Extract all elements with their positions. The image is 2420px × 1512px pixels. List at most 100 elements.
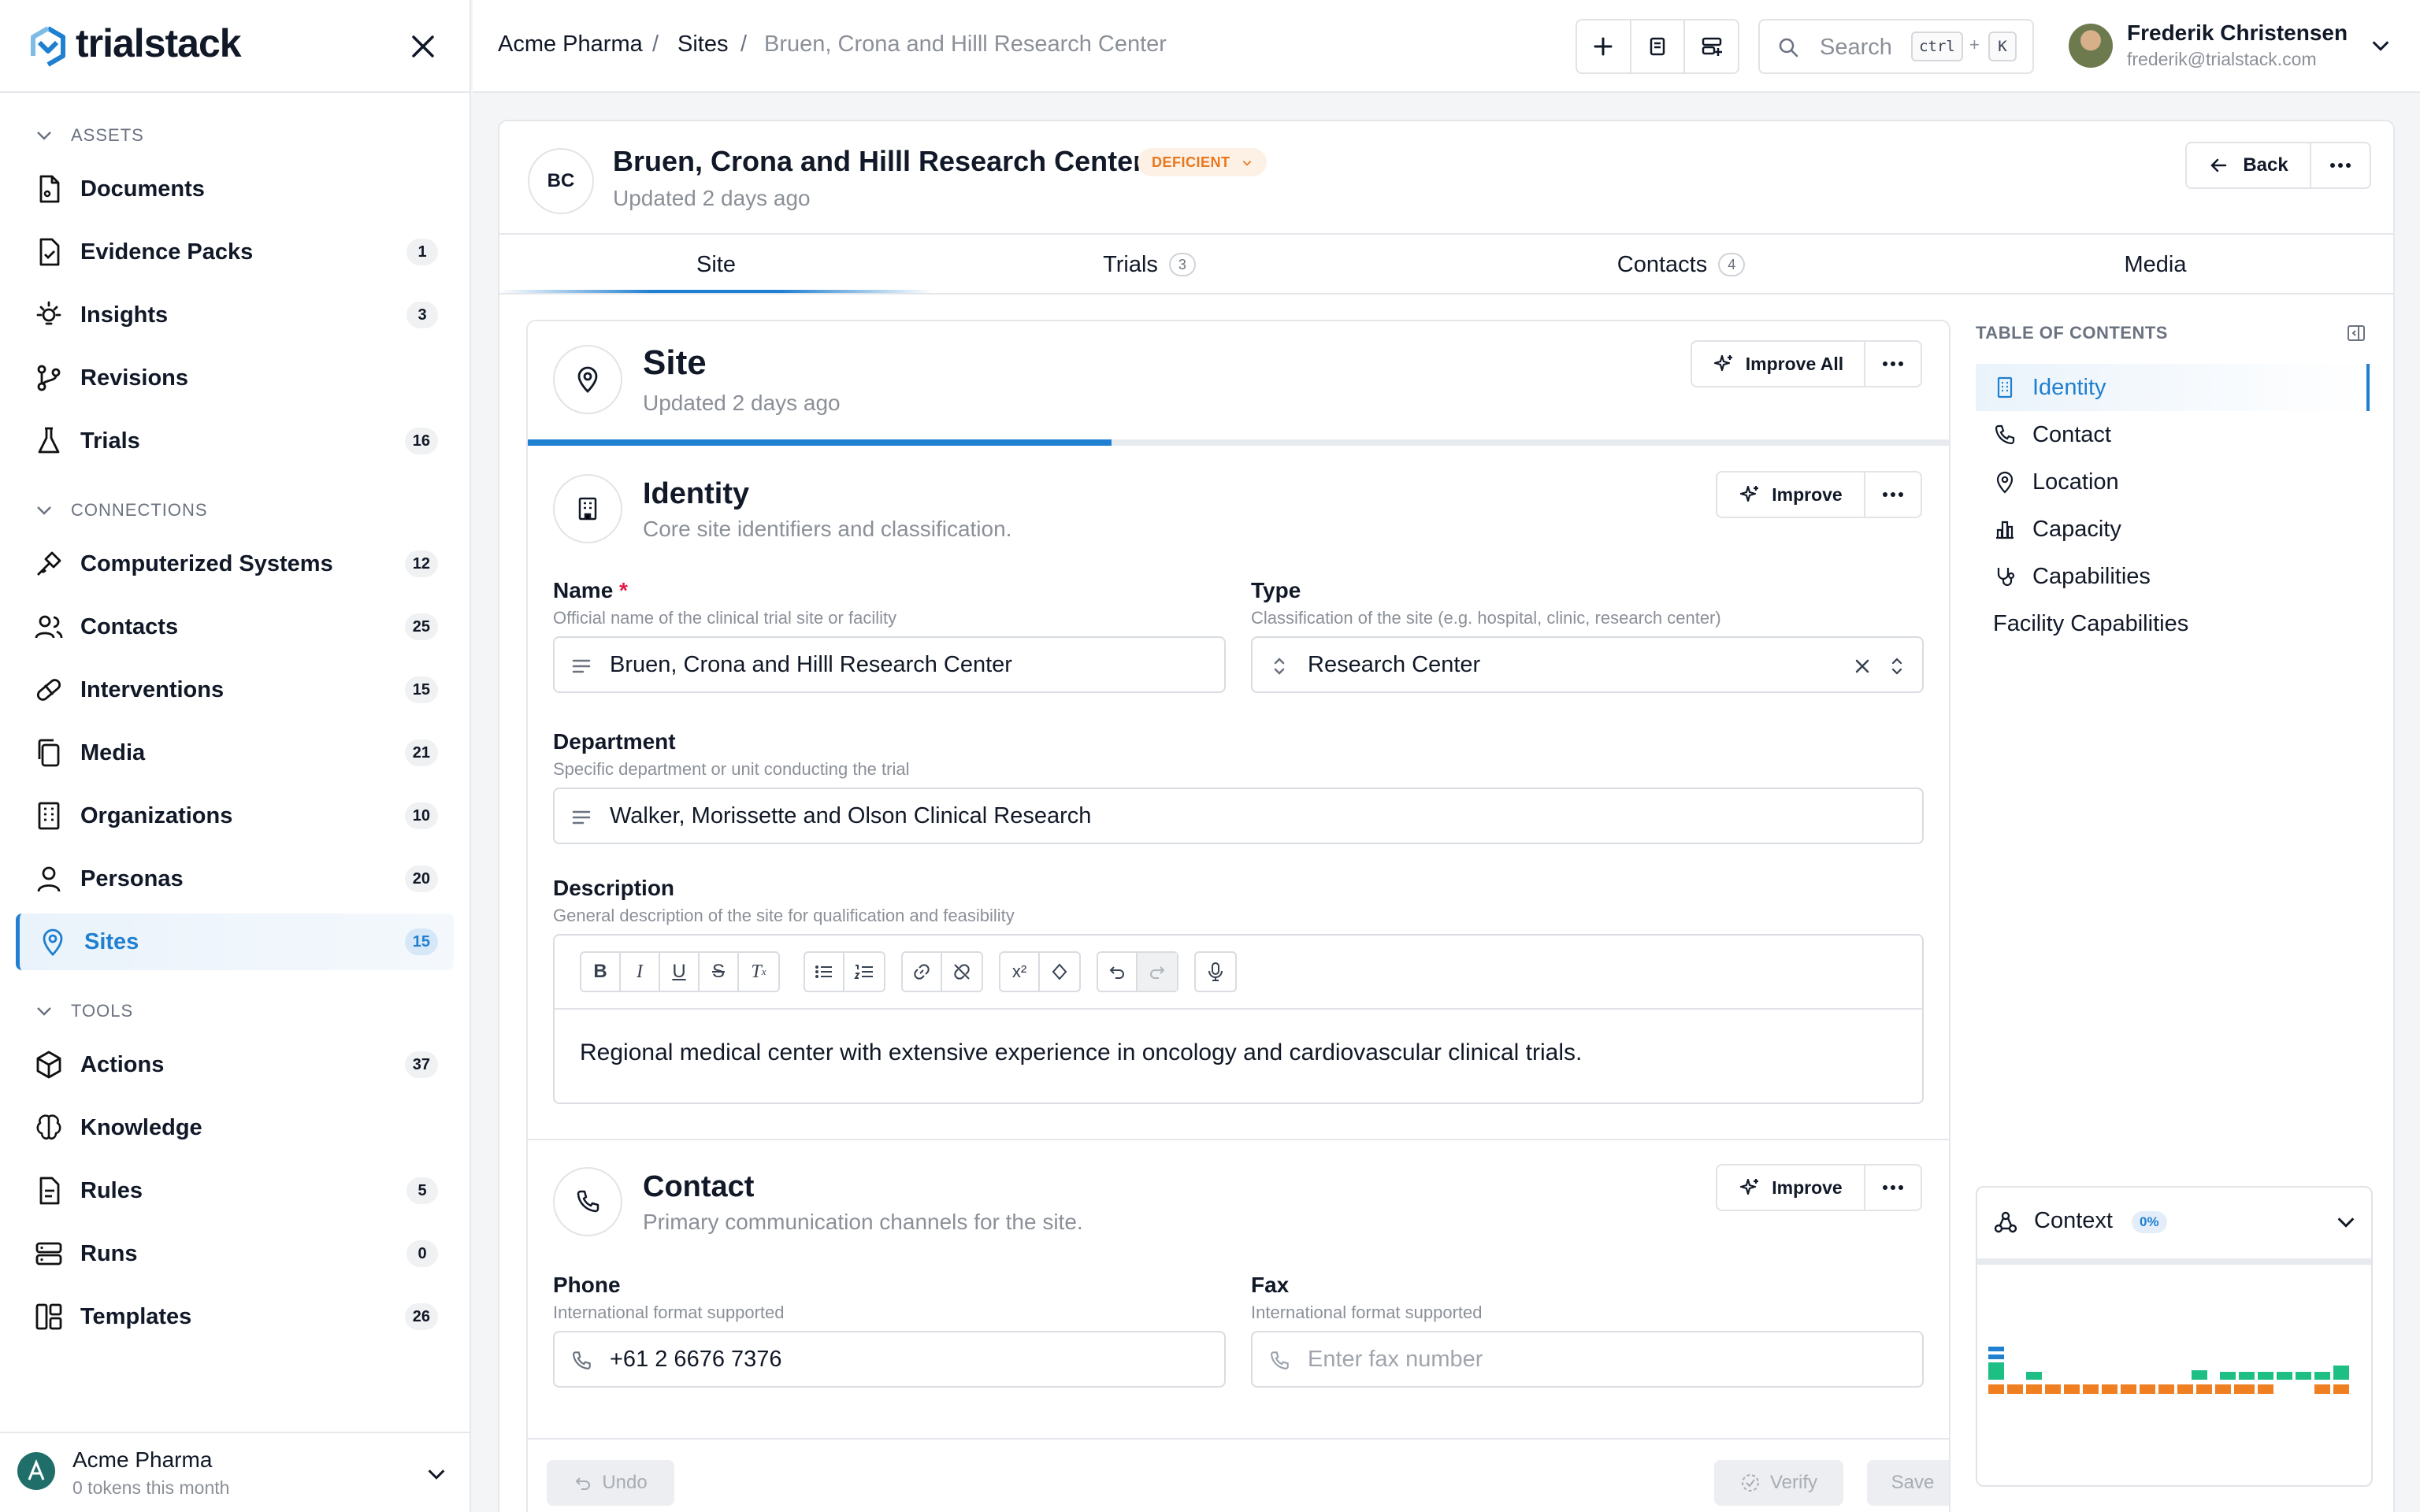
sidebar-item-computerized-systems[interactable]: Computerized Systems 12 (16, 536, 454, 592)
sidebar-item-media[interactable]: Media 21 (16, 724, 454, 781)
toc-item-identity[interactable]: Identity (1976, 364, 2370, 411)
org-tokens: 0 tokens this month (72, 1477, 230, 1498)
contact-more-button[interactable] (1864, 1164, 1922, 1211)
sidebar-item-revisions[interactable]: Revisions (16, 350, 454, 406)
fax-field[interactable]: Enter fax number (1251, 1331, 1924, 1388)
ordered-list-icon[interactable] (844, 953, 884, 991)
bullet-list-icon[interactable] (805, 953, 844, 991)
chevron-down-icon[interactable] (2335, 1211, 2357, 1233)
clear-icon[interactable] (1851, 655, 1873, 677)
save-button[interactable]: Save (1867, 1460, 1949, 1506)
user-avatar[interactable] (2069, 24, 2113, 68)
underline-icon[interactable]: U (660, 953, 700, 991)
italic-icon[interactable]: I (621, 953, 660, 991)
clear-format-icon[interactable]: Tx (739, 953, 778, 991)
bold-icon[interactable]: B (581, 953, 621, 991)
back-button[interactable]: Back (2185, 142, 2311, 189)
voice-group (1194, 951, 1237, 992)
sidebar-item-actions[interactable]: Actions 37 (16, 1036, 454, 1093)
identity-title: Identity (643, 477, 750, 510)
sidebar-item-sites[interactable]: Sites 15 (16, 914, 454, 970)
sidebar-item-personas[interactable]: Personas 20 (16, 850, 454, 907)
identity-more-button[interactable] (1864, 471, 1922, 518)
plug-icon (37, 551, 61, 576)
breadcrumb-org[interactable]: Acme Pharma (498, 32, 643, 57)
tab-contacts[interactable]: Contacts 4 (1445, 235, 1917, 295)
chevron-down-icon (37, 132, 51, 140)
description-text[interactable]: Regional medical center with extensive e… (580, 1040, 1582, 1066)
identity-improve-button[interactable]: Improve (1716, 471, 1865, 518)
context-bar (2220, 1372, 2236, 1380)
tab-media[interactable]: Media (1917, 235, 2393, 295)
collapse-panel-icon[interactable] (2346, 323, 2366, 343)
chevron-down-icon (1242, 161, 1251, 166)
improve-all-button[interactable]: Improve All (1691, 340, 1865, 387)
toc-item-contact[interactable]: Contact (1976, 411, 2370, 458)
map-pin-icon (43, 928, 63, 956)
org-switcher[interactable]: Acme Pharma 0 tokens this month (0, 1432, 471, 1512)
sidebar-item-insights[interactable]: Insights 3 (16, 287, 454, 343)
name-label-text: Name (553, 578, 614, 602)
sidebar-item-count: 15 (404, 928, 438, 955)
identity-icon-wrap (553, 474, 622, 543)
improve-all-label: Improve All (1745, 353, 1844, 374)
section-assets[interactable]: ASSETS (35, 120, 144, 151)
sidebar-item-rules[interactable]: Rules 5 (16, 1162, 454, 1219)
sidebar-item-label: Interventions (80, 676, 225, 702)
department-field[interactable]: Walker, Morissette and Olson Clinical Re… (553, 788, 1924, 844)
site-more-button[interactable] (1864, 340, 1922, 387)
user-menu-chevron-icon[interactable] (2370, 35, 2392, 57)
contact-improve-button[interactable]: Improve (1716, 1164, 1865, 1211)
tab-site[interactable]: Site (499, 235, 933, 295)
toc-item-facility-capabilities[interactable]: Facility Capabilities (1976, 600, 2370, 647)
phone-field[interactable]: +61 2 6676 7376 (553, 1331, 1226, 1388)
status-badge[interactable]: DEFICIENT (1138, 148, 1267, 176)
section-tools[interactable]: TOOLS (35, 995, 133, 1027)
redo-icon[interactable] (1138, 953, 1177, 991)
toc-item-location[interactable]: Location (1976, 458, 2370, 506)
more-options-button[interactable] (2310, 142, 2371, 189)
sidebar-item-label: Computerized Systems (80, 550, 333, 576)
close-sidebar-icon[interactable] (410, 33, 436, 60)
type-select[interactable]: Research Center (1251, 636, 1924, 693)
unlink-icon[interactable] (942, 953, 982, 991)
highlight-icon[interactable] (1040, 953, 1079, 991)
undo-button[interactable]: Undo (547, 1460, 674, 1506)
context-bar (2177, 1384, 2193, 1394)
sparkles-icon (1740, 1178, 1759, 1195)
breadcrumb-sites[interactable]: Sites (677, 32, 728, 57)
toc-item-capabilities[interactable]: Capabilities (1976, 553, 2370, 600)
undo-icon[interactable] (1098, 953, 1138, 991)
toc-item-capacity[interactable]: Capacity (1976, 506, 2370, 553)
search-box[interactable]: Search ctrl + K (1758, 19, 2034, 74)
sidebar-item-contacts[interactable]: Contacts 25 (16, 598, 454, 655)
name-field[interactable]: Bruen, Crona and Hilll Research Center (553, 636, 1226, 693)
status-badge-label: DEFICIENT (1152, 154, 1230, 170)
toc-item-label: Capabilities (2032, 563, 2151, 589)
tab-trials[interactable]: Trials 3 (933, 235, 1366, 295)
sidebar-item-count: 21 (404, 739, 438, 766)
sidebar-item-trials[interactable]: Trials 16 (16, 413, 454, 469)
strikethrough-icon[interactable]: S (700, 953, 739, 991)
trialstack-logo-icon (31, 26, 65, 67)
sparkles-icon (1740, 485, 1759, 502)
sidebar-item-runs[interactable]: Runs 0 (16, 1225, 454, 1282)
sidebar-item-templates[interactable]: Templates 26 (16, 1288, 454, 1345)
site-section-updated: Updated 2 days ago (643, 391, 841, 415)
section-connections[interactable]: CONNECTIONS (35, 495, 208, 526)
sidebar-item-organizations[interactable]: Organizations 10 (16, 788, 454, 844)
description-label: Description (553, 876, 675, 900)
verify-button[interactable]: Verify (1714, 1460, 1843, 1506)
sidebar-item-knowledge[interactable]: Knowledge (16, 1099, 454, 1156)
undo-label: Undo (602, 1472, 648, 1493)
notes-button[interactable] (1631, 20, 1686, 72)
microphone-icon[interactable] (1196, 953, 1235, 991)
add-button[interactable] (1577, 20, 1631, 72)
sidebar-item-interventions[interactable]: Interventions 15 (16, 662, 454, 718)
sidebar-item-documents[interactable]: Documents (16, 161, 454, 217)
superscript-icon[interactable]: x² (1000, 953, 1040, 991)
sidebar-item-evidence-packs[interactable]: Evidence Packs 1 (16, 224, 454, 280)
link-icon[interactable] (903, 953, 942, 991)
toc-item-label: Facility Capabilities (1993, 610, 2189, 636)
server-add-button[interactable] (1685, 20, 1738, 72)
